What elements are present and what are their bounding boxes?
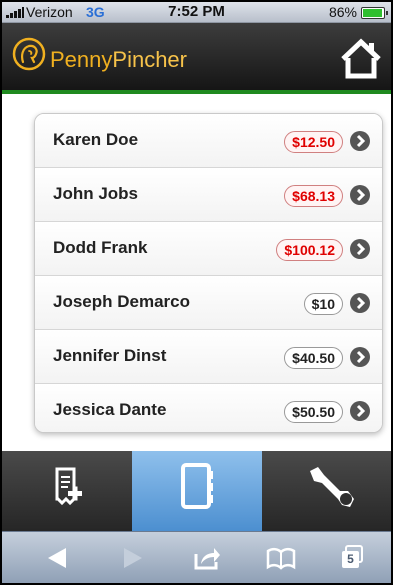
tabs-count: 5 bbox=[347, 552, 354, 566]
list-item[interactable]: Dodd Frank $100.12 bbox=[35, 222, 382, 276]
status-bar: Verizon 3G 7:52 PM 86% bbox=[2, 2, 391, 23]
chevron-right-icon[interactable] bbox=[350, 293, 370, 313]
bookmarks-icon[interactable] bbox=[265, 544, 297, 572]
contact-name: Dodd Frank bbox=[53, 238, 148, 257]
contact-name: John Jobs bbox=[53, 184, 139, 203]
coin-face-icon bbox=[12, 37, 46, 71]
amount-badge: $100.12 bbox=[276, 239, 343, 261]
app-tab-bar bbox=[2, 451, 391, 531]
amount-badge: $50.50 bbox=[284, 401, 343, 423]
chevron-right-icon[interactable] bbox=[350, 239, 370, 259]
tab-address-book[interactable] bbox=[132, 451, 262, 531]
list-item[interactable]: Jessica Dante $50.50 bbox=[35, 384, 382, 432]
list-item[interactable]: Joseph Demarco $10 bbox=[35, 276, 382, 330]
browser-toolbar: 5 bbox=[2, 531, 391, 583]
battery-icon bbox=[361, 7, 388, 19]
contact-name: Jennifer Dinst bbox=[53, 346, 167, 365]
amount-badge: $10 bbox=[303, 293, 343, 315]
phone-screen: Verizon 3G 7:52 PM 86% PennyPincher Kare… bbox=[2, 2, 391, 583]
battery-percent: 86% bbox=[328, 4, 357, 20]
forward-arrow-icon[interactable] bbox=[120, 544, 146, 572]
tab-settings[interactable] bbox=[262, 451, 391, 531]
back-arrow-icon[interactable] bbox=[44, 544, 70, 572]
contact-name: Karen Doe bbox=[53, 130, 139, 149]
share-icon[interactable] bbox=[192, 544, 222, 572]
app-header: PennyPincher bbox=[2, 23, 391, 94]
brand-name: PennyPincher bbox=[50, 47, 187, 73]
list-item[interactable]: Karen Doe $12.50 bbox=[35, 114, 382, 168]
contacts-list: Karen Doe $12.50 John Jobs $68.13 Dodd F… bbox=[34, 113, 383, 433]
chevron-right-icon[interactable] bbox=[350, 131, 370, 151]
address-book-icon bbox=[181, 463, 213, 509]
amount-badge: $12.50 bbox=[284, 131, 343, 153]
tabs-button[interactable]: 5 bbox=[338, 544, 366, 572]
list-item[interactable]: Jennifer Dinst $40.50 bbox=[35, 330, 382, 384]
main-content: Karen Doe $12.50 John Jobs $68.13 Dodd F… bbox=[2, 94, 391, 451]
chevron-right-icon[interactable] bbox=[350, 401, 370, 421]
brand-part-1: Penny bbox=[50, 47, 113, 72]
brand-part-2: Pincher bbox=[112, 47, 187, 72]
contact-name: Jessica Dante bbox=[53, 400, 167, 419]
chevron-right-icon[interactable] bbox=[350, 185, 370, 205]
new-receipt-icon bbox=[55, 467, 82, 506]
tab-new-receipt[interactable] bbox=[2, 451, 132, 531]
amount-badge: $68.13 bbox=[284, 185, 343, 207]
list-item[interactable]: John Jobs $68.13 bbox=[35, 168, 382, 222]
amount-badge: $40.50 bbox=[284, 347, 343, 369]
chevron-right-icon[interactable] bbox=[350, 347, 370, 367]
wrench-icon bbox=[310, 467, 354, 507]
home-icon[interactable] bbox=[339, 37, 383, 79]
contact-name: Joseph Demarco bbox=[53, 292, 190, 311]
